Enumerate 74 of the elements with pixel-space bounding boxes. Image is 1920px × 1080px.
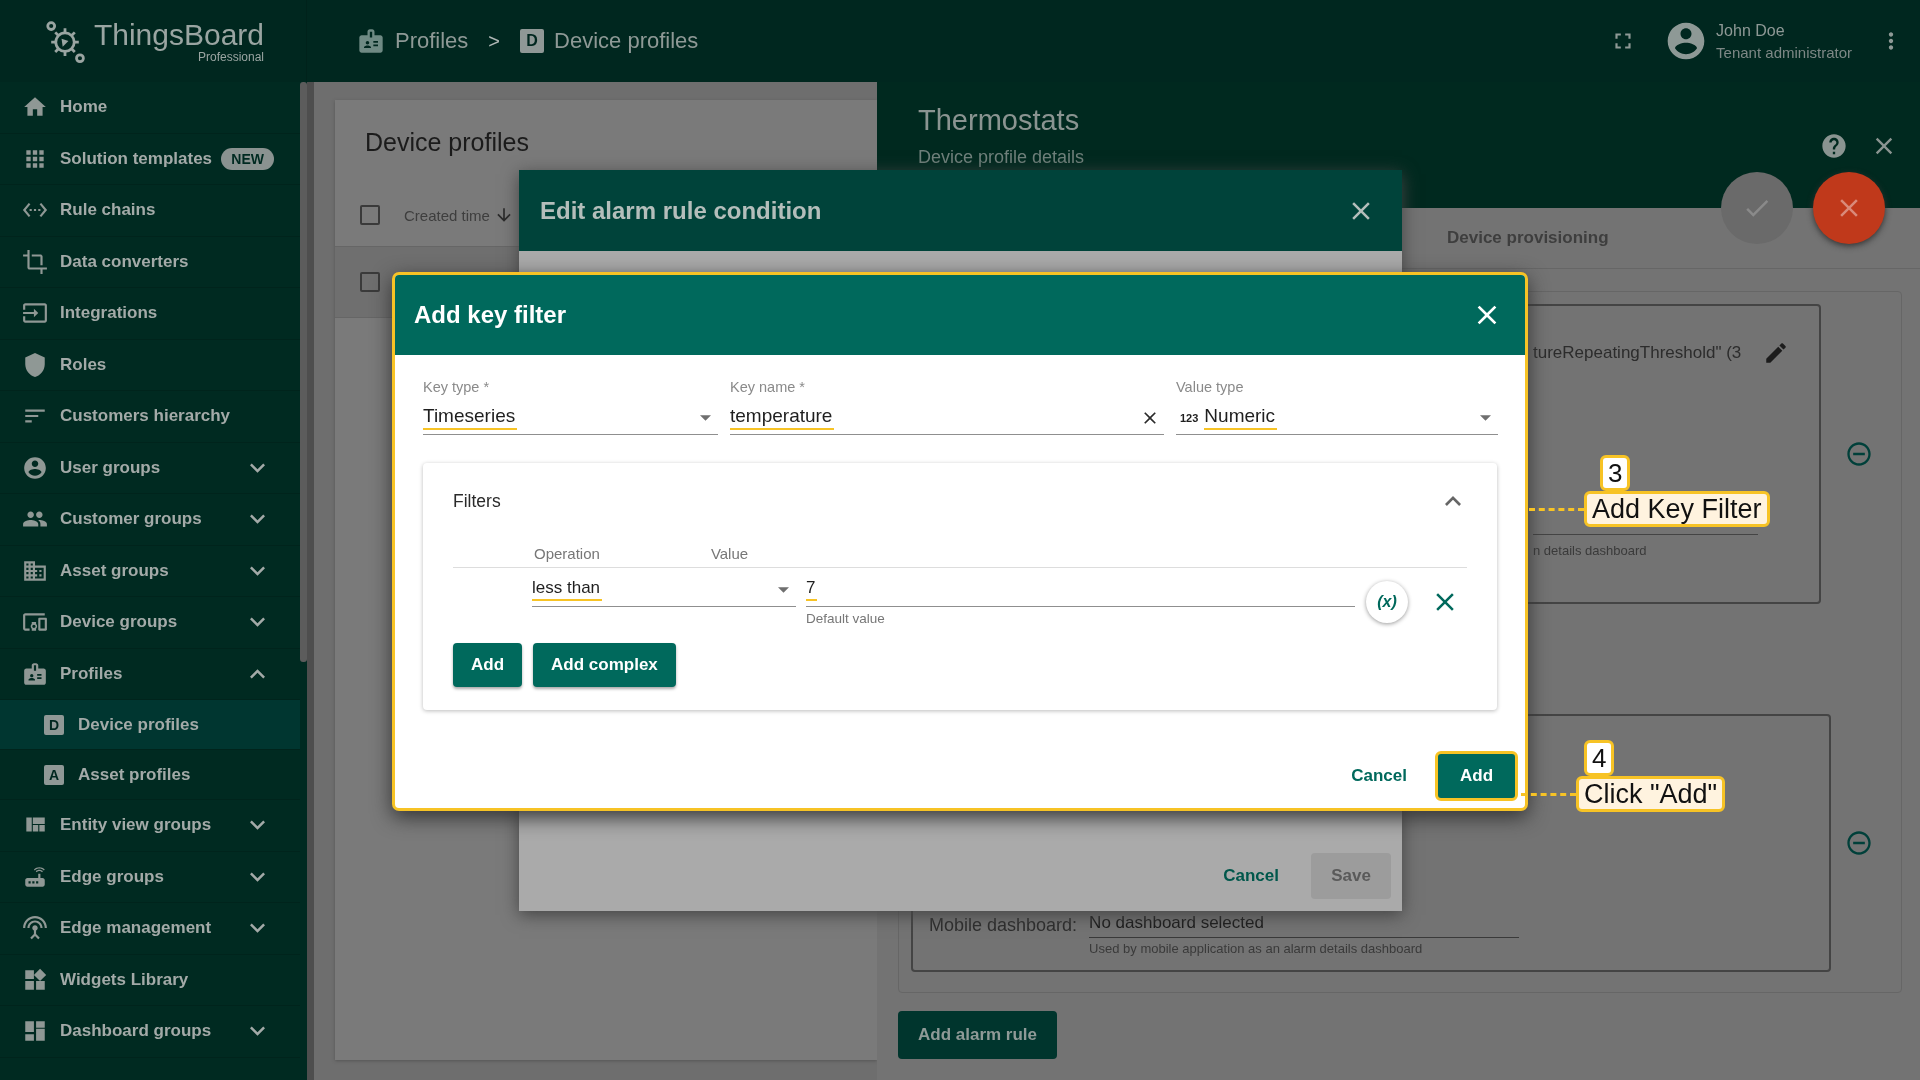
sidebar-item[interactable]: Dashboard groups [0,1006,300,1058]
user-name: John Doe [1716,21,1786,40]
variable-button[interactable]: (x) [1366,581,1408,623]
panel-subtitle: Device profile details [918,147,1086,168]
cancel-button[interactable] [1813,172,1885,244]
logo-wordmark: ThingsBoard [93,18,265,51]
pencil-icon[interactable] [1763,340,1789,366]
id-badge-icon [357,27,385,55]
field-label: Key type * [423,379,491,397]
field-label: Key name * [730,379,806,397]
crop-icon [22,248,48,275]
select-field[interactable]: Timeseries [423,401,718,435]
letter-square-icon: D [520,29,545,53]
select-field[interactable]: 123 Numeric [1176,401,1498,435]
dialog-title: Add key filter [414,301,568,329]
condition-text: tureRepeatingThreshold" (3 [1533,343,1742,363]
sidebar-item[interactable]: Entity view groups [0,800,300,852]
sidebar-item[interactable]: Asset groups [0,545,300,597]
breadcrumb-link[interactable]: Profiles [357,27,469,55]
add-button[interactable]: Add [1435,751,1518,801]
cancel-button[interactable]: Cancel [1211,856,1291,896]
edition-label: Professional [198,50,265,64]
sidebar-item[interactable]: Solution templates NEW [0,133,300,185]
dropdown-arrow-icon [1480,414,1491,421]
sidebar-item[interactable]: Edge management [0,903,300,955]
checkbox[interactable] [360,205,380,225]
widgets-icon [22,966,48,993]
checkbox[interactable] [360,272,380,292]
new-badge: NEW [221,147,274,170]
dialog-title: Edit alarm rule condition [540,196,823,225]
shield-icon [22,351,48,378]
dropdown-arrow-icon [700,414,711,421]
field-label: Value type [1176,379,1245,397]
cancel-button[interactable]: Cancel [1339,756,1419,796]
input-field[interactable]: 7 [806,573,1355,607]
id-badge-icon [22,660,48,687]
help-icon[interactable] [1820,132,1848,160]
number-type-icon: 123 [1180,411,1199,424]
field-hint: Used by mobile application as an alarm details dashboard [1089,941,1424,956]
callout-label: Add Key Filter [1584,491,1770,527]
sidebar-item[interactable]: D Device profiles [0,700,300,750]
sidebar-item[interactable]: Customer groups [0,494,300,546]
sidebar-item[interactable]: Data converters [0,236,300,288]
letter-square-icon: A [44,764,64,785]
antenna-icon [22,915,48,942]
sidebar-item[interactable]: Edge groups [0,851,300,903]
add-button[interactable]: Add [453,643,523,687]
column-header: Value [710,544,749,562]
panel-title: Thermostats [918,104,1081,137]
add-button[interactable]: Add complex [533,643,676,687]
step-number: 4 [1584,740,1615,776]
column-header: Operation [534,544,600,562]
sidebar-item[interactable]: Widgets Library [0,954,300,1006]
input-field[interactable]: temperature [730,401,1164,435]
sidebar-item[interactable]: User groups [0,442,300,494]
sidebar-item[interactable]: A Asset profiles [0,750,300,800]
dropdown-arrow-icon [778,586,789,593]
sidebar-item[interactable]: Integrations [0,288,300,340]
breadcrumb-separator: > [488,29,501,53]
callout-label: Click "Add" [1576,776,1726,812]
user-role: Tenant administrator [1716,43,1852,61]
select-field[interactable]: less than [532,573,796,607]
field-label: Mobile dashboard: [929,914,1078,936]
sidebar-item[interactable]: Device groups [0,597,300,649]
list-title: Device profiles [364,127,530,158]
sidebar-item[interactable]: Roles [0,339,300,391]
add-alarm-rule-button[interactable]: Add alarm rule [898,1011,1058,1059]
panel-title: Filters [453,490,501,512]
field-hint: Default value [806,611,886,626]
step-number: 3 [1600,455,1631,491]
sidebar-item[interactable]: Home [0,82,300,134]
chevron-icon[interactable] [1445,496,1461,506]
breadcrumb-link[interactable]: D Device profiles [520,28,699,54]
letter-square-icon: D [44,714,64,735]
